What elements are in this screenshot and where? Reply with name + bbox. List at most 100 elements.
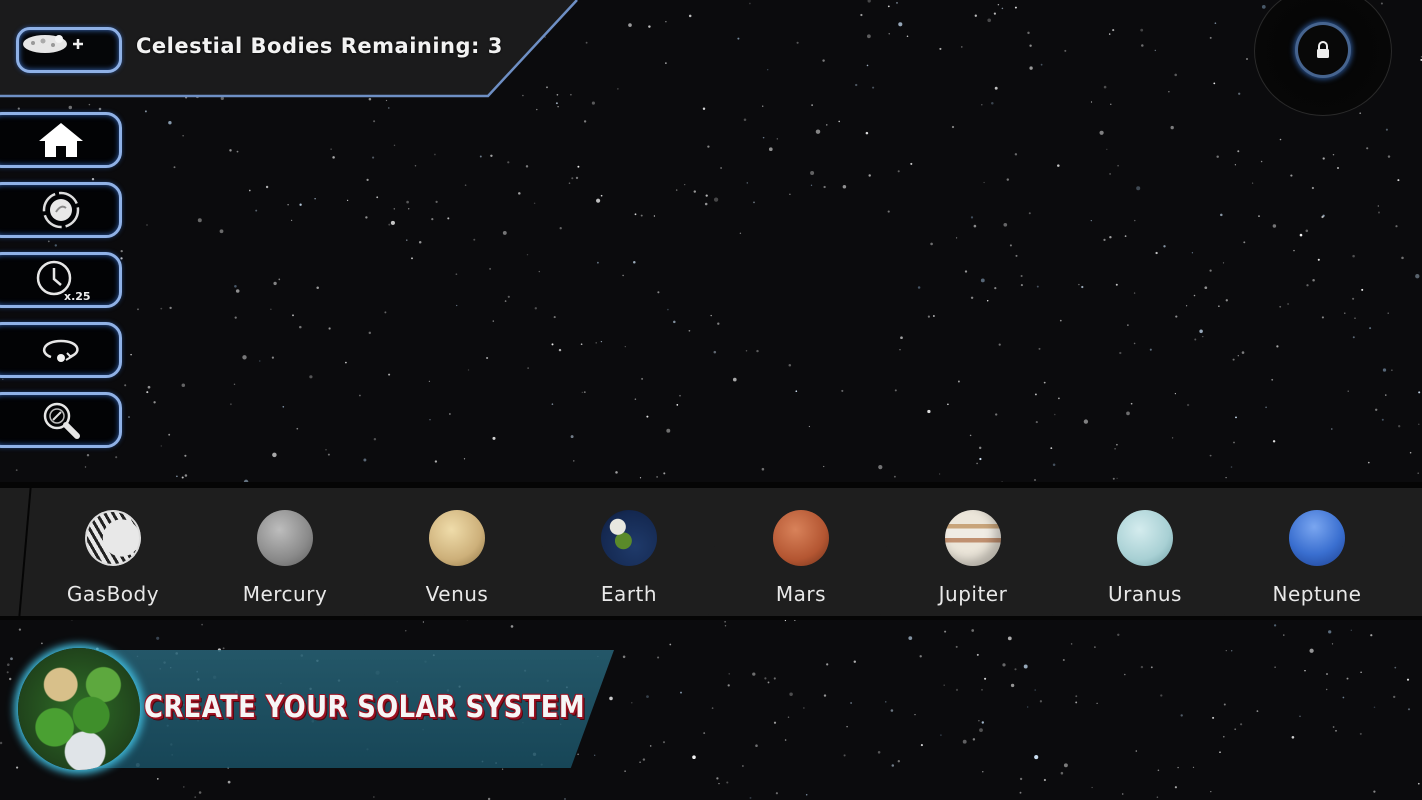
star: [456, 304, 458, 307]
star: [160, 445, 163, 447]
star: [810, 184, 813, 186]
star: [1010, 683, 1015, 688]
carousel-item-venus[interactable]: Venus: [364, 488, 550, 616]
star: [960, 46, 963, 48]
carousel-item-jupiter[interactable]: Jupiter: [880, 488, 1066, 616]
star: [1109, 235, 1112, 239]
carousel-item-gasbody[interactable]: GasBody: [20, 488, 206, 616]
star: [979, 457, 982, 461]
star: [1417, 472, 1420, 475]
star: [1029, 66, 1033, 70]
star: [1038, 347, 1041, 350]
star: [743, 118, 747, 121]
star: [1014, 6, 1017, 9]
star: [435, 200, 438, 204]
star: [527, 367, 529, 369]
jupiter-planet-icon: [945, 510, 1001, 566]
star: [146, 224, 148, 226]
star: [1375, 408, 1378, 411]
star: [233, 383, 236, 386]
star: [767, 69, 769, 71]
carousel-item-content: Earth: [542, 488, 716, 616]
rotate-view-button[interactable]: [0, 322, 122, 378]
star: [292, 314, 294, 317]
star: [994, 287, 997, 290]
star: [971, 629, 975, 632]
star: [1062, 658, 1065, 662]
planet-globe-icon: [18, 648, 140, 770]
star: [128, 416, 130, 418]
time-speed-button[interactable]: x.25: [0, 252, 122, 308]
star: [169, 306, 172, 310]
lock-icon: [1317, 41, 1329, 58]
star: [995, 413, 998, 416]
star: [1385, 128, 1388, 131]
star: [826, 663, 829, 666]
zoom-button[interactable]: [0, 392, 122, 448]
star: [617, 88, 619, 90]
star: [1149, 348, 1152, 351]
star: [1407, 708, 1411, 711]
star: [1251, 182, 1254, 184]
star: [414, 165, 417, 167]
star: [557, 105, 559, 108]
carousel-item-uranus[interactable]: Uranus: [1052, 488, 1238, 616]
star: [259, 360, 261, 362]
star: [153, 401, 156, 404]
add-celestial-body-button[interactable]: [16, 27, 122, 73]
star: [492, 320, 495, 322]
star: [1108, 33, 1111, 35]
star: [822, 59, 825, 62]
star: [718, 782, 720, 785]
star: [631, 702, 633, 704]
star: [1391, 369, 1393, 371]
star: [1382, 368, 1387, 372]
star: [752, 672, 756, 676]
star: [843, 754, 846, 757]
star: [1090, 101, 1093, 103]
star: [938, 473, 941, 475]
star: [1331, 428, 1333, 430]
star: [160, 307, 163, 310]
star: [1040, 63, 1043, 66]
star: [1054, 413, 1056, 416]
star: [878, 465, 883, 470]
celestial-body-carousel[interactable]: GasBody Mercury Venus Earth Mars Jupiter Uranu…: [0, 482, 1422, 620]
carousel-item-neptune[interactable]: Neptune: [1224, 488, 1410, 616]
star: [1350, 629, 1352, 631]
star: [764, 677, 767, 680]
star: [972, 738, 976, 741]
star: [762, 105, 764, 107]
star: [860, 13, 863, 17]
star: [1063, 763, 1068, 768]
carousel-item-label: Jupiter: [938, 582, 1008, 606]
orbit-button[interactable]: [0, 182, 122, 238]
carousel-item-mercury[interactable]: Mercury: [192, 488, 378, 616]
star: [742, 765, 744, 767]
home-button[interactable]: [0, 112, 122, 168]
star: [455, 273, 458, 276]
uranus-planet-icon: [1117, 510, 1173, 566]
promo-banner: CREATE YOUR SOLAR SYSTEM: [14, 646, 614, 772]
star: [368, 331, 372, 335]
star: [98, 107, 102, 111]
star: [18, 628, 22, 631]
star: [1157, 769, 1160, 772]
star: [1380, 2, 1383, 5]
star: [1395, 225, 1398, 228]
carousel-item-mars[interactable]: Mars: [708, 488, 894, 616]
star: [227, 780, 231, 784]
carousel-item-earth[interactable]: Earth: [536, 488, 722, 616]
star: [796, 41, 799, 44]
star: [1090, 219, 1092, 222]
star: [385, 99, 388, 102]
star: [711, 707, 714, 709]
star: [1192, 766, 1195, 769]
star: [1133, 342, 1136, 345]
star: [994, 86, 998, 90]
star: [634, 213, 637, 216]
star: [767, 681, 770, 684]
star: [555, 102, 558, 105]
star: [970, 216, 974, 219]
star: [1019, 791, 1022, 794]
